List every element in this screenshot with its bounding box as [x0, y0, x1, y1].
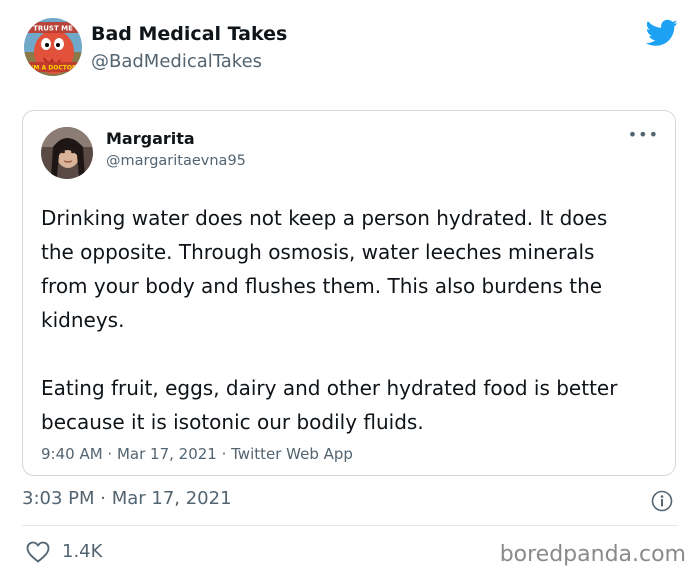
divider — [22, 525, 678, 526]
svg-text:TRUST ME: TRUST ME — [33, 25, 73, 33]
tweet-timestamp[interactable]: 3:03 PM · Mar 17, 2021 — [22, 488, 232, 509]
author-handle[interactable]: @BadMedicalTakes — [91, 51, 262, 72]
quoted-tweet-text: Drinking water does not keep a person hy… — [41, 201, 641, 439]
quoted-author-handle[interactable]: @margaritaevna95 — [106, 153, 246, 169]
quoted-tweet-card[interactable]: Margarita @margaritaevna95 ••• Drinking … — [22, 110, 676, 476]
profile-photo-icon — [41, 127, 93, 179]
author-avatar[interactable]: TRUST ME I'M A DOCTOR — [24, 18, 82, 76]
more-options-icon[interactable]: ••• — [628, 125, 659, 144]
heart-icon[interactable] — [26, 541, 50, 563]
info-icon[interactable] — [651, 490, 673, 512]
twitter-bird-icon[interactable] — [646, 19, 678, 47]
quoted-author-name[interactable]: Margarita — [106, 129, 195, 148]
watermark: boredpanda.com — [499, 542, 686, 567]
tweet-paragraph-1: Drinking water does not keep a person hy… — [41, 206, 608, 332]
svg-text:I'M A DOCTOR: I'M A DOCTOR — [29, 65, 77, 72]
like-count[interactable]: 1.4K — [62, 541, 102, 562]
author-display-name[interactable]: Bad Medical Takes — [91, 23, 287, 45]
zoidberg-doctor-avatar-icon: TRUST ME I'M A DOCTOR — [24, 18, 82, 76]
quoted-author-avatar[interactable] — [41, 127, 93, 179]
tweet-paragraph-2: Eating fruit, eggs, dairy and other hydr… — [41, 376, 618, 434]
quoted-tweet-meta[interactable]: 9:40 AM · Mar 17, 2021 · Twitter Web App — [41, 445, 353, 463]
